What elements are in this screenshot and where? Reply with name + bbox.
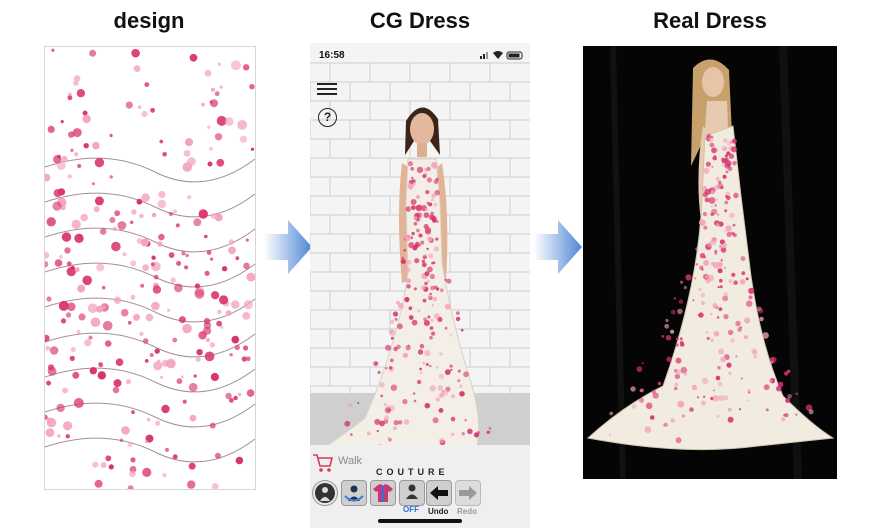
menu-icon[interactable] [317, 83, 337, 97]
redo-button[interactable] [455, 480, 481, 506]
undo-button[interactable] [426, 480, 452, 506]
avatar-button[interactable] [312, 480, 338, 506]
cg-dress-app-screen: 16:58 ? Walk COUTURE OFF Undo Redo [310, 43, 530, 528]
walk-button[interactable]: Walk [338, 455, 362, 467]
real-dress-photo [583, 46, 837, 479]
wear-toggle-button[interactable] [399, 480, 425, 506]
redo-label: Redo [457, 507, 477, 516]
avatar-icon [315, 483, 335, 503]
real-dress-scene [583, 46, 837, 479]
redo-arrow-icon [459, 486, 477, 500]
undo-label: Undo [428, 507, 449, 516]
wear-off-label: OFF [403, 505, 419, 514]
real-dress-title: Real Dress [653, 8, 767, 33]
cart-icon[interactable] [312, 453, 334, 473]
design-title: design [113, 8, 185, 33]
help-icon[interactable]: ? [318, 108, 337, 127]
home-indicator [378, 519, 462, 523]
right-arrow-icon [264, 220, 312, 274]
rotate-button[interactable] [341, 480, 367, 506]
undo-arrow-icon [430, 486, 448, 500]
cg-dress-title: CG Dress [369, 8, 471, 33]
shirt-icon [373, 484, 393, 502]
clothes-button[interactable] [370, 480, 396, 506]
couture-label: COUTURE [376, 467, 449, 477]
cherry-blossom-pattern [45, 48, 255, 489]
status-time: 16:58 [319, 50, 345, 61]
right-arrow-icon [534, 220, 582, 274]
design-pattern-image [44, 46, 256, 490]
wear-off-icon [406, 484, 418, 499]
rotate-icon [344, 485, 364, 502]
